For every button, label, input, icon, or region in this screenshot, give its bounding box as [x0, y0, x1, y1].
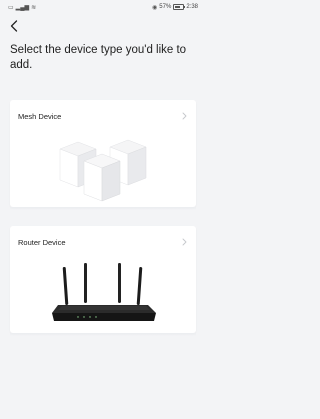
- status-time: 2:38: [186, 4, 198, 10]
- alarm-icon: ◉: [152, 4, 158, 11]
- back-button[interactable]: [6, 18, 22, 34]
- router-image: [52, 263, 156, 321]
- router-device-card[interactable]: Router Device: [10, 226, 196, 336]
- status-right: ◉ 57% 2:38: [152, 4, 198, 11]
- page-title: Select the device type you'd like to add…: [10, 44, 187, 71]
- mesh-units-image: [59, 139, 147, 202]
- card-shadow: [10, 333, 196, 336]
- router-device-label: Router Device: [18, 238, 66, 247]
- mesh-device-card[interactable]: Mesh Device: [10, 100, 196, 210]
- mesh-device-label: Mesh Device: [18, 112, 62, 121]
- battery-icon: [173, 4, 186, 10]
- status-left: ▭ ▂▄▆ ≋: [8, 4, 36, 11]
- signal-icon: ▂▄▆: [15, 4, 30, 11]
- notification-icon: ▭: [8, 4, 14, 11]
- chevron-right-icon: [180, 112, 188, 120]
- chevron-right-icon: [180, 238, 188, 246]
- chevron-left-icon: [10, 20, 18, 32]
- router-device-image: [10, 253, 196, 333]
- card-shadow: [10, 207, 196, 210]
- mesh-device-image: [10, 127, 196, 207]
- wifi-icon: ≋: [31, 4, 37, 11]
- battery-percent: 57%: [159, 4, 172, 10]
- status-bar: ▭ ▂▄▆ ≋ ◉ 57% 2:38: [0, 0, 205, 14]
